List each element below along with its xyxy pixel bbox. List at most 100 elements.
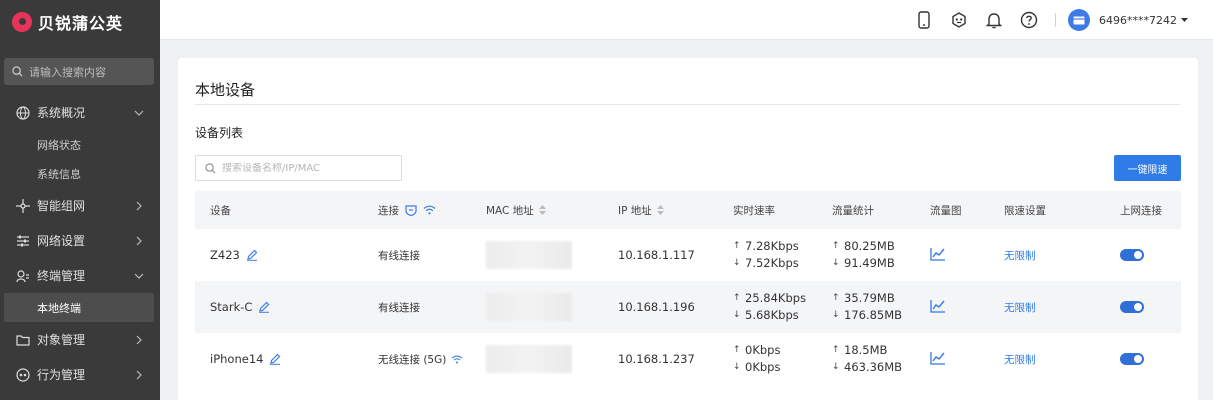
folder-icon: [16, 333, 30, 347]
sidebar-item-label: 网络设置: [37, 234, 86, 248]
sidebar-item-label: 终端管理: [37, 269, 86, 283]
one-click-limit-button[interactable]: 一键限速: [1114, 155, 1181, 181]
network-icon: [16, 198, 30, 213]
chevron-right-icon: [134, 335, 144, 345]
chevron-right-icon: [134, 370, 144, 380]
arrow-up-icon: ↑: [733, 345, 741, 355]
local-devices-card: 本地设备 设备列表 一键限速 设备 连接 MAC 地址 IP 地址 实时速率 流…: [178, 58, 1198, 400]
wifi-filter-icon[interactable]: [423, 205, 436, 215]
wifi-icon: [451, 355, 463, 364]
search-icon: [205, 162, 216, 173]
download-rate: 0Kbps: [745, 360, 781, 374]
sidebar-item-terminal-management[interactable]: 终端管理: [0, 258, 160, 293]
ip-address: 10.168.1.196: [618, 300, 695, 314]
arrow-up-icon: ↑: [832, 241, 840, 251]
column-header-label: 连接: [378, 204, 399, 217]
connection-type: 无线连接 (5G): [378, 353, 447, 366]
device-search-input[interactable]: [222, 162, 392, 174]
sidebar-item-local-terminal[interactable]: 本地终端: [4, 293, 154, 322]
traffic-chart-icon[interactable]: [930, 247, 946, 264]
arrow-down-icon: ↓: [733, 362, 741, 372]
brand-logo[interactable]: 贝锐蒲公英: [0, 0, 160, 44]
table-header: 设备 连接 MAC 地址 IP 地址 实时速率 流量统计 流量图 限速设置 上网…: [195, 191, 1181, 229]
column-header-rate: 实时速率: [733, 204, 775, 217]
mac-address-redacted: [486, 293, 572, 321]
sidebar-item-network-status[interactable]: 网络状态: [0, 130, 160, 159]
sidebar-item-label: 对象管理: [37, 333, 86, 347]
column-header-label: IP 地址: [618, 204, 652, 217]
sidebar-item-system-overview[interactable]: 系统概况: [0, 95, 160, 130]
arrow-down-icon: ↓: [832, 310, 840, 320]
arrow-down-icon: ↓: [733, 310, 741, 320]
upload-rate: 25.84Kbps: [745, 291, 807, 305]
avatar[interactable]: [1068, 9, 1090, 31]
sidebar-item-smart-network[interactable]: 智能组网: [0, 188, 160, 223]
connection-type: 有线连接: [378, 301, 420, 314]
column-header-traffic: 流量统计: [832, 204, 874, 217]
upload-traffic: 35.79MB: [844, 291, 895, 305]
internet-toggle[interactable]: [1120, 301, 1144, 313]
download-traffic: 463.36MB: [844, 360, 903, 374]
table-row: Z423 有线连接 10.168.1.117 ↑ 7.28Kbps ↓ 7.52Kb…: [195, 229, 1181, 281]
top-bar: 6496****7242: [160, 0, 1213, 40]
speed-limit-link[interactable]: 无限制: [1004, 354, 1036, 366]
robot-icon[interactable]: [948, 9, 970, 31]
internet-toggle[interactable]: [1120, 249, 1144, 261]
arrow-down-icon: ↓: [733, 258, 741, 268]
traffic-chart-icon[interactable]: [930, 351, 946, 368]
sliders-icon: [16, 234, 30, 248]
help-icon[interactable]: [1018, 9, 1040, 31]
upload-traffic: 80.25MB: [844, 239, 895, 253]
column-header-mac[interactable]: MAC 地址: [486, 203, 618, 218]
arrow-up-icon: ↑: [733, 293, 741, 303]
mac-address-redacted: [486, 345, 572, 373]
bell-icon[interactable]: [983, 9, 1005, 31]
edit-icon[interactable]: [246, 249, 258, 261]
arrow-down-icon: ↓: [832, 258, 840, 268]
edit-icon[interactable]: [258, 301, 270, 313]
speed-limit-link[interactable]: 无限制: [1004, 302, 1036, 314]
top-actions: 6496****7242: [913, 0, 1213, 40]
connection-type: 有线连接: [378, 249, 420, 262]
download-rate: 5.68Kbps: [745, 308, 799, 322]
page-title: 本地设备: [195, 81, 256, 99]
sidebar-item-label: 智能组网: [37, 199, 86, 213]
column-header-limit: 限速设置: [1004, 204, 1046, 217]
globe-icon: [16, 105, 30, 120]
behavior-icon: [16, 367, 30, 382]
sort-icon[interactable]: [656, 205, 664, 215]
title-divider: [195, 104, 1180, 105]
device-search[interactable]: [195, 155, 402, 181]
wired-filter-icon[interactable]: [405, 204, 417, 216]
phone-icon[interactable]: [913, 9, 935, 31]
device-table: 设备 连接 MAC 地址 IP 地址 实时速率 流量统计 流量图 限速设置 上网…: [195, 191, 1181, 385]
traffic-chart-icon[interactable]: [930, 299, 946, 316]
device-name: Z423: [210, 248, 240, 262]
table-row: iPhone14 无线连接 (5G) 10.168.1.237 ↑ 0Kbps ↓…: [195, 333, 1181, 385]
sidebar-item-behavior-management[interactable]: 行为管理: [0, 357, 160, 392]
chevron-down-icon: [134, 271, 144, 281]
arrow-up-icon: ↑: [832, 345, 840, 355]
arrow-down-icon: ↓: [832, 362, 840, 372]
sidebar-search-input[interactable]: 请输入搜索内容: [4, 58, 154, 85]
sidebar-search-placeholder: 请输入搜索内容: [29, 65, 106, 79]
username[interactable]: 6496****7242: [1099, 14, 1177, 27]
ip-address: 10.168.1.237: [618, 352, 695, 366]
column-header-internet: 上网连接: [1120, 204, 1162, 217]
chevron-right-icon: [134, 201, 144, 211]
column-header-connection: 连接: [378, 203, 486, 218]
caret-down-icon[interactable]: [1181, 18, 1188, 22]
sidebar-item-system-info[interactable]: 系统信息: [0, 159, 160, 188]
column-header-ip[interactable]: IP 地址: [618, 203, 733, 218]
edit-icon[interactable]: [269, 353, 281, 365]
sidebar-item-object-management[interactable]: 对象管理: [0, 322, 160, 357]
chevron-down-icon: [134, 108, 144, 118]
speed-limit-link[interactable]: 无限制: [1004, 250, 1036, 262]
sidebar-item-network-settings[interactable]: 网络设置: [0, 223, 160, 258]
column-header-label: MAC 地址: [486, 204, 534, 217]
top-divider: [1055, 13, 1056, 27]
sort-icon[interactable]: [538, 205, 546, 215]
sidebar: 贝锐蒲公英 请输入搜索内容 系统概况 网络状态 系统信息 智能组网 网络设置 终…: [0, 0, 160, 400]
internet-toggle[interactable]: [1120, 353, 1144, 365]
column-header-device: 设备: [210, 204, 231, 217]
